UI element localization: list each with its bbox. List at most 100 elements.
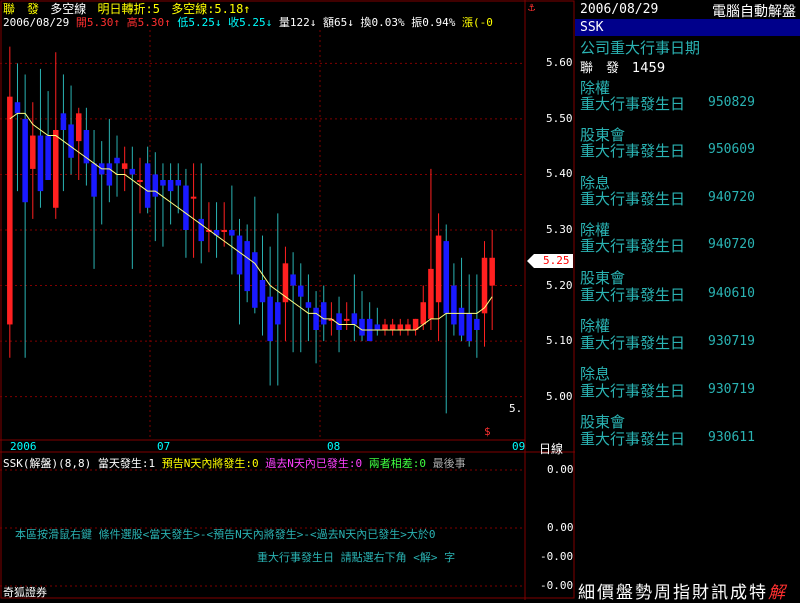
panel-date: 2006/08/29	[580, 2, 659, 17]
period-label[interactable]: 日線	[539, 440, 563, 457]
candle-up	[435, 235, 442, 303]
candle-up	[389, 324, 396, 330]
candle-down	[183, 185, 189, 230]
candle-up	[382, 324, 388, 330]
event-date: 940720	[708, 190, 755, 205]
event-label: 重大行事發生日	[580, 95, 686, 113]
panel-title: 電腦自動解盤	[712, 4, 796, 20]
tab-analysis[interactable]: 解	[768, 583, 787, 603]
candle-down	[68, 124, 74, 158]
candle-down	[267, 296, 273, 342]
anchor-icon[interactable]: ⚓	[528, 0, 535, 14]
candle-down	[114, 157, 120, 164]
candle-down	[275, 302, 281, 325]
legend-today: 當天發生:1	[97, 457, 156, 470]
candle-up	[428, 268, 434, 319]
panel-heading: 公司重大行事日期	[580, 39, 701, 57]
indicator-name: SSK(解盤)(8,8)	[3, 457, 92, 470]
candle-up	[420, 302, 427, 325]
event-label: 重大行事發生日	[580, 334, 686, 352]
candle-up	[121, 163, 128, 169]
candle-up	[190, 196, 197, 199]
time-tick-2006: 2006	[10, 440, 37, 453]
candle-down	[305, 302, 312, 308]
indicator-tick-3: -0.00	[540, 550, 574, 563]
candle-down	[152, 174, 159, 197]
candle-down	[229, 230, 235, 236]
tab-index[interactable]: 指	[673, 583, 692, 603]
tab-trend[interactable]: 勢	[635, 583, 654, 603]
candle-down	[458, 307, 465, 336]
event-date: 930719	[708, 334, 755, 349]
candle-down	[252, 252, 258, 308]
broker-name: 奇狐證券	[3, 586, 47, 599]
candle-up	[30, 135, 36, 169]
price-tick-label: 5.40	[546, 167, 573, 181]
current-price-value: 5.25	[543, 254, 570, 267]
indicator-legend: SSK(解盤)(8,8) 當天發生:1 預告N天內將發生:0 過去N天內已發生:…	[3, 455, 466, 471]
chart-area[interactable]	[0, 0, 575, 600]
partial-price-label: 5.	[509, 402, 523, 415]
candle-down	[359, 318, 365, 336]
candle-down	[160, 180, 166, 186]
candle-up	[137, 180, 143, 182]
event-date: 940720	[708, 237, 755, 252]
candle-down	[298, 285, 304, 297]
tab-volume[interactable]: 成	[730, 583, 749, 603]
time-tick-08: 08	[327, 440, 341, 453]
tab-price[interactable]: 價	[597, 583, 616, 603]
event-label: 重大行事發生日	[580, 382, 686, 400]
candle-down	[474, 318, 480, 330]
price-tick-label: 5.60	[546, 56, 573, 70]
moving-average-line	[9, 112, 493, 331]
tab-news[interactable]: 訊	[711, 583, 730, 603]
indicator-tick-2: 0.00	[547, 521, 574, 534]
candle-up	[397, 324, 404, 330]
candle-down	[259, 280, 266, 303]
close-price: 收5.25↓	[228, 16, 273, 29]
dollar-marker-icon: $	[484, 425, 491, 438]
amount: 額65↓	[322, 16, 354, 29]
candle-down	[320, 302, 327, 325]
candle-up	[221, 230, 227, 232]
tab-special[interactable]: 特	[749, 583, 768, 603]
indicator-hint-1: 本區按滑鼠右鍵 條件選股<當天發生>-<預告N天內將發生>-<過去N天內已發生>…	[15, 528, 436, 541]
event-label: 重大行事發生日	[580, 237, 686, 255]
high-price: 高5.30↑	[126, 16, 171, 29]
event-date: 930719	[708, 382, 755, 397]
tab-order-book[interactable]: 盤	[616, 583, 635, 603]
event-label: 重大行事發生日	[580, 190, 686, 208]
candle-down	[91, 163, 97, 197]
candle-up	[489, 257, 495, 286]
current-price-tag: 5.25	[527, 254, 573, 268]
indicator-tick-4: -0.00	[540, 579, 574, 592]
legend-both: 兩者相差:0	[368, 457, 426, 470]
price-tick-label: 5.50	[546, 111, 573, 125]
header-date: 2006/08/29	[3, 16, 70, 29]
candle-down	[451, 285, 457, 325]
function-tabs: 細價盤勢周指財訊成特解	[578, 578, 787, 603]
candle-down	[351, 313, 358, 325]
event-date: 950829	[708, 95, 755, 110]
candle-down	[244, 241, 250, 292]
candle-up	[343, 318, 350, 321]
time-tick-07: 07	[157, 440, 171, 453]
candle-up	[7, 96, 13, 325]
panel-code-bar[interactable]: SSK	[575, 19, 800, 36]
candle-down	[443, 241, 449, 314]
candle-down	[167, 180, 174, 192]
change: 漲(-0	[461, 16, 493, 29]
time-tick-09: 09	[512, 440, 526, 453]
event-label: 重大行事發生日	[580, 286, 686, 304]
legend-last: 最後事	[432, 457, 466, 470]
event-label: 重大行事發生日	[580, 430, 686, 448]
candle-down	[466, 313, 472, 342]
header-row-2: 2006/08/29 開5.30↑ 高5.30↑ 低5.25↓ 收5.25↓ 量…	[3, 14, 493, 30]
legend-forecast: 預告N天內將發生:0	[161, 457, 259, 470]
tab-weekly[interactable]: 周	[654, 583, 673, 603]
candle-up	[53, 130, 59, 208]
tab-finance[interactable]: 財	[692, 583, 711, 603]
candle-down	[144, 163, 151, 208]
tab-detail[interactable]: 細	[578, 583, 597, 603]
candle-down	[198, 218, 204, 242]
